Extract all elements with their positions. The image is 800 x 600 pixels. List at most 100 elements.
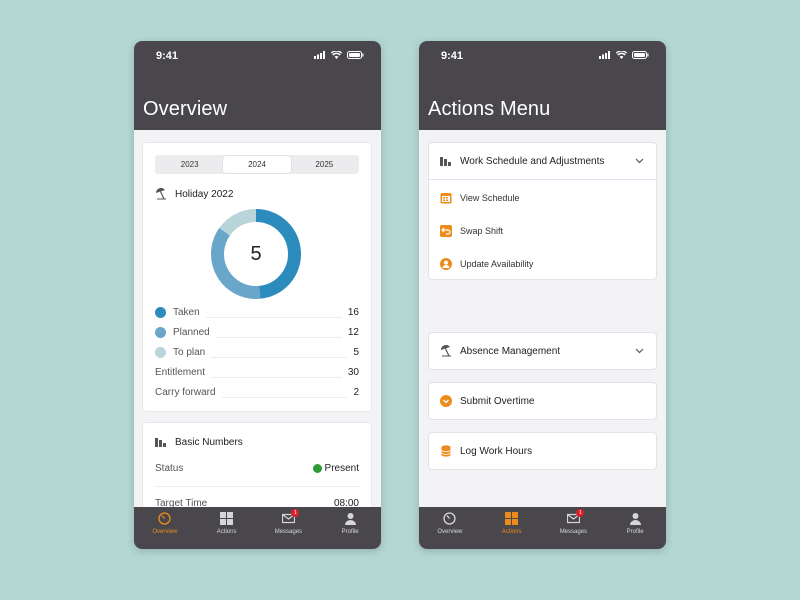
battery-icon [347,51,364,59]
status-time: 9:41 [441,50,464,62]
swap-shift-label: Swap Shift [460,225,504,236]
legend-row-to-plan: To plan 5 [155,345,359,359]
basic-numbers-title-row: Basic Numbers [155,436,243,448]
tab-profile[interactable]: Profile [604,507,666,549]
bar-chart-icon [440,155,452,167]
target-time-value: 08:00 [333,498,359,507]
beach-umbrella-icon [155,188,167,200]
year-tab-2024[interactable]: 2024 [223,156,291,173]
legend-label-planned: Planned [173,326,210,338]
overview-header: 9:41 Overview [134,41,381,130]
tab-actions-label: Actions [216,529,237,535]
basic-numbers-card: Basic Numbers Status Present Target Time… [143,423,371,507]
tab-bar: Overview Actions 1 Messages Profile [419,507,666,549]
tab-actions[interactable]: Actions [481,507,543,549]
work-schedule-header[interactable]: Work Schedule and Adjustments [429,143,656,179]
chevron-down-icon [635,348,644,354]
year-tab-2023[interactable]: 2023 [156,156,223,173]
legend-leader-line [211,377,342,378]
log-work-hours-row[interactable]: Log Work Hours [429,433,656,469]
legend-leader-line [215,337,342,338]
target-time-label: Target Time [155,498,208,507]
basic-numbers-title: Basic Numbers [175,436,243,448]
view-schedule-item[interactable]: View Schedule [429,181,656,214]
work-schedule-accordion: Work Schedule and Adjustments View Sched… [429,143,656,279]
actions-header: 9:41 Actions Menu [419,41,666,130]
tab-profile[interactable]: Profile [319,507,381,549]
holiday-card: 2023 2024 2025 Holiday 2022 5 Taken 16 P… [143,143,371,411]
gauge-icon [158,512,172,525]
absence-management-title: Absence Management [460,345,561,357]
submit-overtime-button[interactable]: Submit Overtime [429,383,656,419]
status-label: Status [155,463,184,474]
messages-badge: 1 [576,509,585,517]
legend-leader-line [205,317,342,318]
tab-overview-label: Overview [437,529,463,535]
status-row: Status Present [155,463,359,474]
legend-row-planned: Planned 12 [155,325,359,339]
legend-label-taken: Taken [173,306,200,318]
work-schedule-title: Work Schedule and Adjustments [460,155,605,167]
swap-icon [440,224,452,237]
overview-phone: 9:41 Overview 2023 2024 2025 Holiday 202… [134,41,381,549]
tab-actions[interactable]: Actions [196,507,258,549]
tab-messages[interactable]: 1 Messages [258,507,320,549]
carry-forward-value: 2 [353,386,359,398]
gauge-icon [443,512,457,525]
log-work-hours-button[interactable]: Log Work Hours [429,433,656,469]
tab-overview-label: Overview [152,529,178,535]
tab-profile-label: Profile [341,529,359,535]
beach-umbrella-icon [440,345,452,357]
grid-icon [505,512,519,525]
tab-actions-label: Actions [501,529,522,535]
bar-chart-icon [155,436,167,448]
absence-management-header[interactable]: Absence Management [429,333,656,369]
chevron-circle-icon [440,395,452,407]
row-divider [155,486,359,487]
database-icon [440,445,452,457]
entitlement-row: Entitlement 30 [155,365,359,379]
page-title: Actions Menu [428,98,551,120]
legend-label-to-plan: To plan [173,346,206,358]
log-work-hours-label: Log Work Hours [460,445,533,457]
holiday-title-row: Holiday 2022 [155,188,233,200]
chevron-down-icon [635,158,644,164]
legend-value-planned: 12 [347,326,359,338]
overview-content[interactable]: 2023 2024 2025 Holiday 2022 5 Taken 16 P… [134,130,381,507]
wifi-icon [331,51,342,59]
accordion-divider [429,179,656,180]
messages-badge: 1 [291,509,300,517]
update-availability-item[interactable]: Update Availability [429,247,656,280]
absence-management-accordion[interactable]: Absence Management [429,333,656,369]
target-time-row: Target Time 08:00 [155,498,359,507]
carry-forward-label: Carry forward [155,386,216,398]
submit-overtime-row[interactable]: Submit Overtime [429,383,656,419]
legend-dot-to-plan [155,346,166,358]
status-value: Present [312,463,359,474]
wifi-icon [616,51,627,59]
signal-icon [314,51,325,59]
legend-leader-line [221,397,348,398]
person-icon [344,512,357,525]
year-tab-2025[interactable]: 2025 [291,156,358,173]
year-selector: 2023 2024 2025 [155,155,359,174]
grid-icon [220,512,234,525]
calendar-icon [440,192,452,204]
actions-phone: 9:41 Actions Menu Work Schedule and Adju… [419,41,666,549]
tab-overview[interactable]: Overview [134,507,196,549]
tab-messages[interactable]: 1 Messages [543,507,605,549]
status-icons [599,51,649,59]
tab-overview[interactable]: Overview [419,507,481,549]
donut-center-value: 5 [250,242,262,265]
status-time: 9:41 [156,50,179,62]
legend-value-to-plan: 5 [353,346,359,358]
submit-overtime-label: Submit Overtime [460,395,535,407]
swap-shift-item[interactable]: Swap Shift [429,214,656,247]
tab-bar: Overview Actions 1 Messages Profile [134,507,381,549]
update-availability-label: Update Availability [460,258,534,269]
carry-forward-row: Carry forward 2 [155,385,359,399]
signal-icon [599,51,610,59]
legend-row-taken: Taken 16 [155,305,359,319]
status-icons [314,51,364,59]
holiday-title: Holiday 2022 [175,188,234,200]
